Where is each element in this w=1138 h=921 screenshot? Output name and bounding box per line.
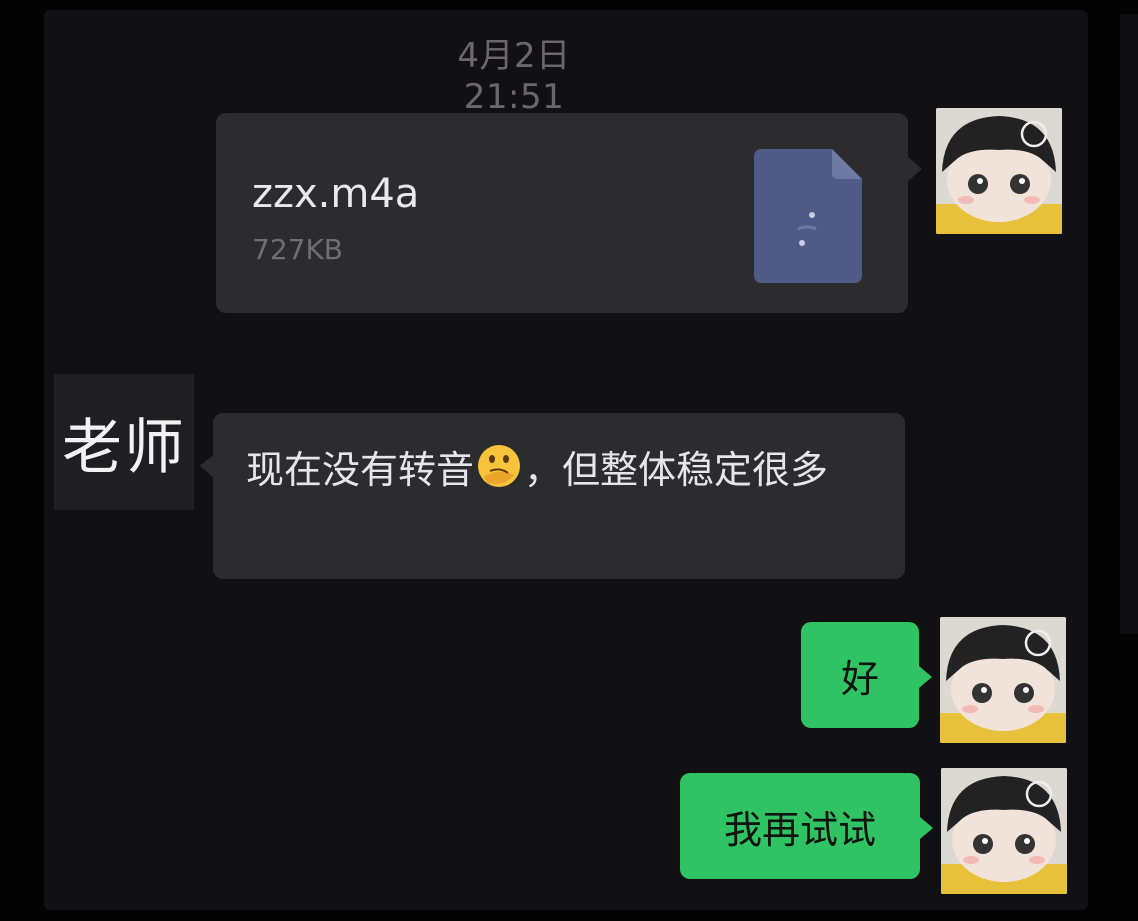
file-message-bubble[interactable]: zzx.m4a 727KB (216, 113, 922, 313)
outgoing-message-bubble[interactable]: 好 (801, 622, 932, 728)
message-text-part: ，但整体稳定很多 (524, 448, 829, 492)
chat-panel: 4月2日 21:51 zzx.m4a 727KB 老师 现在没有转音 ，但整体稳… (44, 10, 1088, 910)
outgoing-message-bubble[interactable]: 我再试试 (680, 773, 933, 879)
user-avatar[interactable] (940, 617, 1066, 743)
message-text-part: 现在没有转音 (246, 448, 475, 492)
message-timestamp: 4月2日 21:51 (457, 36, 571, 117)
user-avatar[interactable] (936, 108, 1062, 234)
sender-name: 老师 (54, 374, 194, 510)
thinking-face-emoji-icon (478, 445, 521, 487)
file-size: 727KB (252, 233, 344, 266)
file-name: zzx.m4a (252, 171, 420, 217)
outgoing-message-text: 好 (840, 656, 879, 701)
outgoing-message-text: 我再试试 (723, 807, 876, 852)
user-avatar[interactable] (941, 768, 1067, 894)
incoming-message-text: 现在没有转音 ，但整体稳定很多 (246, 443, 876, 496)
audio-file-icon (754, 149, 862, 283)
incoming-message-bubble[interactable]: 现在没有转音 ，但整体稳定很多 (200, 413, 905, 579)
adjacent-panel-edge (1120, 14, 1138, 634)
